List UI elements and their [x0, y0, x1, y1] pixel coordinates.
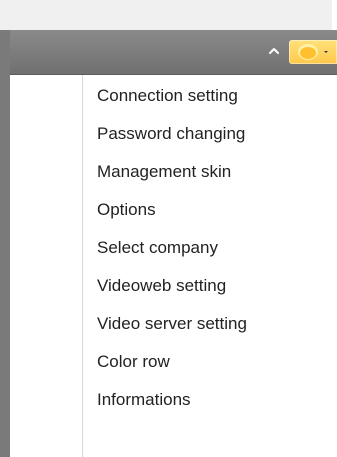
menu-item-informations[interactable]: Informations	[97, 389, 191, 411]
app-window: Connection setting Password changing Man…	[0, 0, 337, 457]
menu-item-connection-setting[interactable]: Connection setting	[97, 85, 238, 107]
top-background	[0, 0, 332, 30]
left-panel-strip	[0, 30, 10, 457]
toolbar	[10, 30, 337, 75]
menu-item-options[interactable]: Options	[97, 199, 156, 221]
menu-item-management-skin[interactable]: Management skin	[97, 161, 231, 183]
skin-menu-button[interactable]	[289, 40, 337, 64]
yellow-circle-dropdown-icon	[298, 44, 328, 60]
menu-item-videoweb-setting[interactable]: Videoweb setting	[97, 275, 226, 297]
chevron-up-icon-svg	[269, 48, 279, 54]
chevron-up-icon[interactable]	[266, 44, 282, 58]
menu-item-color-row[interactable]: Color row	[97, 351, 170, 373]
menu-item-video-server-setting[interactable]: Video server setting	[97, 313, 247, 335]
dropdown-menu: Connection setting Password changing Man…	[82, 75, 337, 457]
menu-item-password-changing[interactable]: Password changing	[97, 123, 245, 145]
menu-item-select-company[interactable]: Select company	[97, 237, 218, 259]
